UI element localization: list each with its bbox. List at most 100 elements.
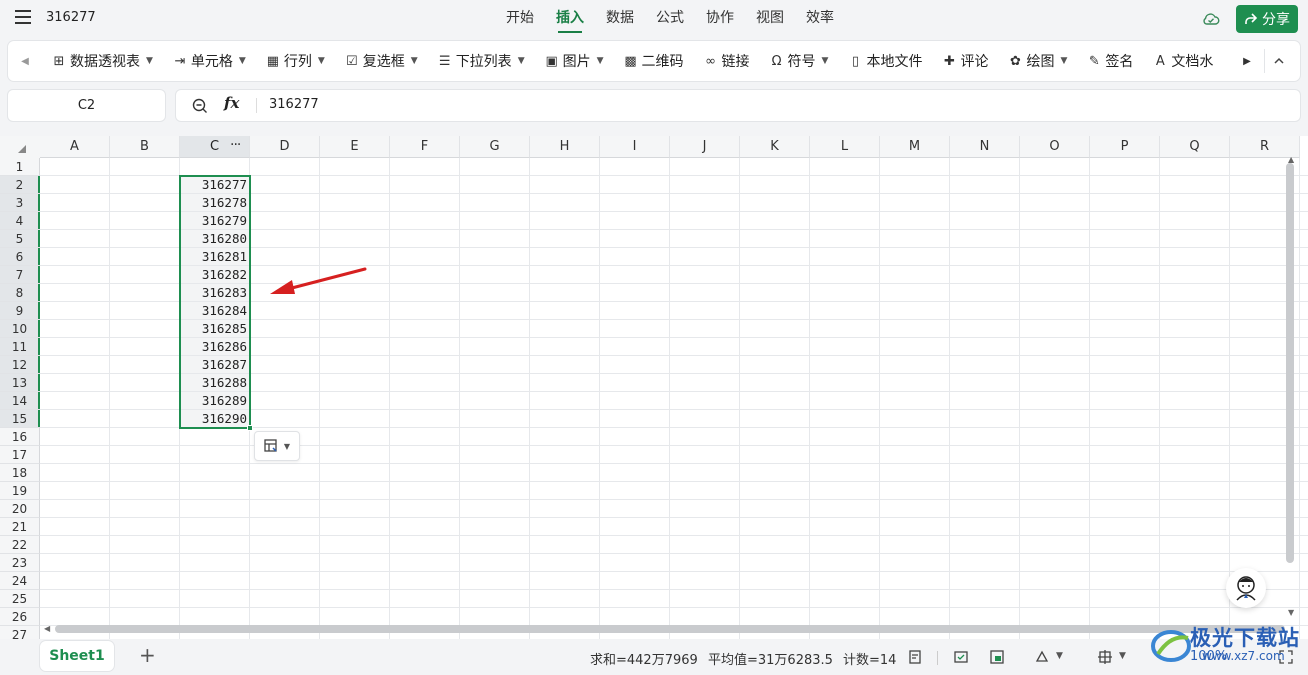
ribbon-item-9[interactable]: ▯ 本地文件 (848, 51, 923, 71)
tab-6[interactable]: 效率 (798, 0, 842, 38)
stats-settings-icon[interactable] (908, 649, 924, 665)
ribbon-scroll-right-icon[interactable]: ▶ (1240, 53, 1254, 69)
hamburger-menu-icon[interactable] (15, 10, 31, 26)
ai-assistant-button[interactable] (1226, 568, 1266, 608)
ribbon-item-0[interactable]: ⊞ 数据透视表 ▼ (52, 51, 153, 71)
freeze-caret-icon[interactable]: ▼ (1119, 651, 1126, 661)
row-header-26[interactable]: 26 (0, 608, 40, 626)
column-header-h[interactable]: H (530, 136, 600, 158)
tab-0[interactable]: 开始 (498, 0, 542, 38)
row-header-15[interactable]: 15 (0, 410, 40, 428)
row-header-16[interactable]: 16 (0, 428, 40, 446)
row-header-17[interactable]: 17 (0, 446, 40, 464)
row-header-27[interactable]: 27 (0, 626, 40, 639)
ribbon-item-12[interactable]: ✎ 签名 (1087, 51, 1133, 71)
row-header-14[interactable]: 14 (0, 392, 40, 410)
ribbon-item-13[interactable]: A 文档水 (1153, 51, 1213, 71)
ribbon-item-7[interactable]: ∞ 链接 (704, 51, 749, 71)
column-header-l[interactable]: L (810, 136, 880, 158)
row-header-13[interactable]: 13 (0, 374, 40, 392)
column-header-e[interactable]: E (320, 136, 390, 158)
freeze-panes-icon[interactable] (1097, 649, 1113, 665)
add-sheet-icon[interactable]: + (139, 645, 156, 665)
ribbon-item-label: 数据透视表 (70, 54, 140, 70)
ribbon-item-5[interactable]: ▣ 图片 ▼ (545, 51, 603, 71)
column-header-m[interactable]: M (880, 136, 950, 158)
row-header-3[interactable]: 3 (0, 194, 40, 212)
column-header-g[interactable]: G (460, 136, 530, 158)
row-header-23[interactable]: 23 (0, 554, 40, 572)
row-header-5[interactable]: 5 (0, 230, 40, 248)
row-header-9[interactable]: 9 (0, 302, 40, 320)
row-header-18[interactable]: 18 (0, 464, 40, 482)
share-button[interactable]: 分享 (1236, 5, 1298, 33)
row-header-20[interactable]: 20 (0, 500, 40, 518)
column-header-n[interactable]: N (950, 136, 1020, 158)
column-header-d[interactable]: D (250, 136, 320, 158)
row-header-25[interactable]: 25 (0, 590, 40, 608)
sheet-export-icon[interactable] (989, 649, 1005, 665)
ribbon-scroll-left-icon[interactable]: ◀ (18, 53, 32, 69)
row-header-7[interactable]: 7 (0, 266, 40, 284)
ribbon-item-11[interactable]: ✿ 绘图 ▼ (1008, 51, 1067, 71)
tab-3[interactable]: 公式 (648, 0, 692, 38)
shape-tool-icon[interactable] (1034, 649, 1050, 665)
tab-1[interactable]: 插入 (548, 0, 592, 38)
scroll-left-icon[interactable]: ◀ (44, 624, 50, 633)
name-box[interactable]: C2 (8, 90, 165, 121)
scroll-down-icon[interactable]: ▼ (1288, 608, 1294, 617)
zoom-out-icon[interactable] (192, 98, 208, 114)
spreadsheet-grid[interactable]: A B C D E F G H I J K L M N O P Q R ··· 1 2 3 4 5 6 7 8 9 10 11 12 13 14… (0, 136, 1308, 639)
column-header-o[interactable]: O (1020, 136, 1090, 158)
column-gridline (1089, 158, 1090, 639)
protect-view-icon[interactable] (953, 649, 969, 665)
row-header-2[interactable]: 2 (0, 176, 40, 194)
row-header-8[interactable]: 8 (0, 284, 40, 302)
ribbon-item-label: 行列 (283, 54, 312, 70)
column-header-i[interactable]: I (600, 136, 670, 158)
ribbon-item-4[interactable]: ☰ 下拉列表 ▼ (438, 51, 525, 71)
vertical-scrollbar-thumb[interactable] (1286, 163, 1294, 563)
row-header-1[interactable]: 1 (0, 158, 40, 176)
row-header-21[interactable]: 21 (0, 518, 40, 536)
horizontal-scrollbar-thumb[interactable] (55, 625, 1285, 633)
ribbon-item-3[interactable]: ☑ 复选框 ▼ (345, 51, 418, 71)
column-more-icon[interactable]: ··· (230, 137, 241, 153)
row-header-12[interactable]: 12 (0, 356, 40, 374)
row-header-4[interactable]: 4 (0, 212, 40, 230)
ribbon-item-10[interactable]: ✚ 评论 (942, 51, 988, 71)
fx-icon[interactable]: fx (224, 94, 239, 112)
column-header-k[interactable]: K (740, 136, 810, 158)
tab-5[interactable]: 视图 (748, 0, 792, 38)
row-header-24[interactable]: 24 (0, 572, 40, 590)
column-gridline (809, 158, 810, 639)
column-header-q[interactable]: Q (1160, 136, 1230, 158)
column-header-j[interactable]: J (670, 136, 740, 158)
formula-input[interactable]: 316277 (269, 97, 319, 112)
row-header-19[interactable]: 19 (0, 482, 40, 500)
row-header-10[interactable]: 10 (0, 320, 40, 338)
ribbon-item-8[interactable]: Ω 符号 ▼ (770, 51, 829, 71)
sheet-tab-sheet1[interactable]: Sheet1 (40, 641, 114, 671)
tab-4[interactable]: 协作 (698, 0, 742, 38)
column-header-b[interactable]: B (110, 136, 180, 158)
column-header-f[interactable]: F (390, 136, 460, 158)
select-all-corner[interactable] (0, 136, 40, 158)
column-header-a[interactable]: A (40, 136, 110, 158)
sum-stat[interactable]: 求和=442万7969 (590, 649, 698, 668)
shape-tool-caret-icon[interactable]: ▼ (1056, 651, 1063, 661)
column-header-p[interactable]: P (1090, 136, 1160, 158)
row-header-22[interactable]: 22 (0, 536, 40, 554)
ribbon-item-6[interactable]: ▩ 二维码 (624, 51, 683, 71)
tab-2[interactable]: 数据 (598, 0, 642, 38)
row-header-11[interactable]: 11 (0, 338, 40, 356)
row-header-6[interactable]: 6 (0, 248, 40, 266)
ribbon-item-2[interactable]: ▦ 行列 ▼ (266, 51, 325, 71)
collapse-ribbon-icon[interactable] (1273, 55, 1285, 67)
count-stat[interactable]: 计数=14 (843, 649, 896, 668)
cloud-sync-icon[interactable] (1202, 11, 1220, 27)
quick-options-button[interactable]: ▼ (254, 431, 300, 461)
ribbon-item-1[interactable]: ⇥ 单元格 ▼ (173, 51, 245, 71)
average-stat[interactable]: 平均值=31万6283.5 (708, 649, 833, 668)
fill-handle[interactable] (247, 425, 253, 431)
